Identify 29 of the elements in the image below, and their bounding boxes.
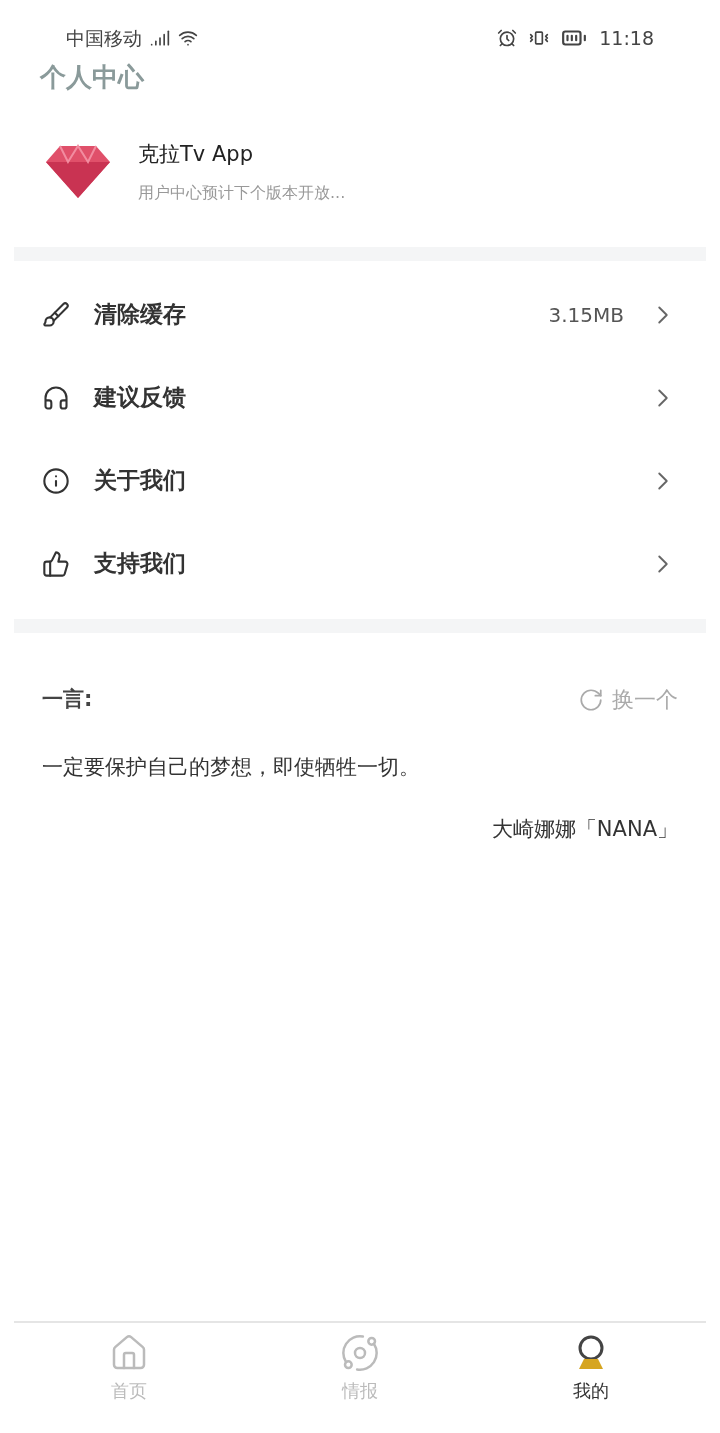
menu-label: 支持我们 — [94, 549, 186, 579]
signal-icon — [150, 28, 170, 48]
tab[interactable]: 我的 — [530, 1333, 651, 1433]
menu-item[interactable]: 清除缓存 3.15MB — [0, 273, 720, 356]
clock-text: 11:18 — [599, 25, 654, 51]
cache-size: 3.15MB — [548, 301, 624, 329]
planet-icon — [340, 1333, 380, 1373]
carrier-text: 中国移动 — [66, 25, 142, 51]
headset-icon — [42, 383, 70, 412]
menu-label: 关于我们 — [94, 466, 186, 496]
quote-author: 大崎娜娜「NANA」 — [491, 815, 679, 843]
page-title: 个人中心 — [39, 61, 146, 94]
alarm-icon — [497, 28, 518, 48]
refresh-icon — [578, 686, 604, 713]
brush-icon — [42, 300, 70, 329]
wifi-icon — [178, 28, 198, 48]
menu-label: 清除缓存 — [94, 300, 186, 330]
gem-icon — [44, 144, 112, 200]
quote-text: 一定要保护自己的梦想，即使牺牲一切。 — [41, 754, 421, 781]
info-icon — [42, 466, 70, 495]
menu-label: 建议反馈 — [94, 383, 186, 413]
vibrate-icon — [529, 28, 550, 48]
thumbs-up-icon — [42, 549, 70, 578]
menu-item[interactable]: 支持我们 — [0, 522, 720, 605]
quote-heading: 一言: — [42, 685, 93, 713]
app-name: 克拉Tv App — [138, 141, 254, 169]
menu-item[interactable]: 建议反馈 — [0, 356, 720, 439]
menu-item[interactable]: 关于我们 — [0, 439, 720, 522]
app-subtitle: 用户中心预计下个版本开放... — [138, 181, 346, 204]
